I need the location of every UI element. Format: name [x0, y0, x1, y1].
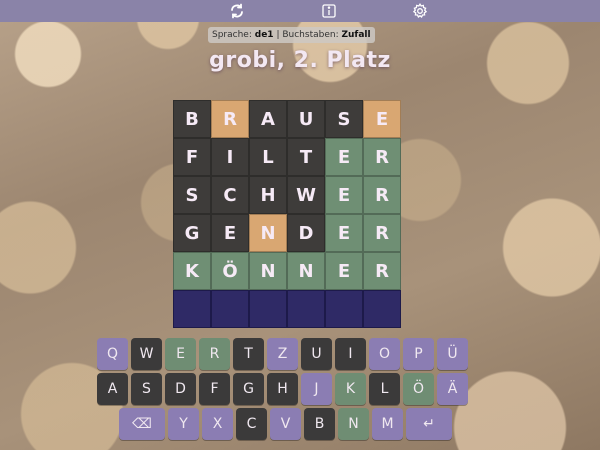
info-icon[interactable] [319, 1, 339, 21]
board-tile [173, 290, 211, 328]
gear-icon[interactable] [410, 1, 430, 21]
key-d[interactable]: D [165, 373, 196, 405]
key-m[interactable]: M [372, 408, 403, 440]
key-k[interactable]: K [335, 373, 366, 405]
board-tile: N [287, 252, 325, 290]
board-tile: I [211, 138, 249, 176]
letters-value: Zufall [341, 30, 371, 40]
game-info: Sprache: de1 | Buchstaben: Zufall [208, 27, 375, 43]
key-ä[interactable]: Ä [437, 373, 468, 405]
board-row: BRAUSE [173, 100, 401, 138]
separator: | [276, 30, 280, 40]
board-tile: G [173, 214, 211, 252]
board-tile [249, 290, 287, 328]
keyboard-row-2: ASDFGHJKLÖÄ [97, 373, 468, 405]
key-x[interactable]: X [202, 408, 233, 440]
board-tile [211, 290, 249, 328]
key-y[interactable]: Y [168, 408, 199, 440]
board-tile: T [287, 138, 325, 176]
board-tile: L [249, 138, 287, 176]
board-tile: R [363, 214, 401, 252]
board-tile: E [325, 138, 363, 176]
board-tile: N [249, 214, 287, 252]
key-l[interactable]: L [369, 373, 400, 405]
board-tile: B [173, 100, 211, 138]
board-tile: D [287, 214, 325, 252]
key-s[interactable]: S [131, 373, 162, 405]
key-a[interactable]: A [97, 373, 128, 405]
top-bar [0, 0, 600, 22]
board-tile: E [363, 100, 401, 138]
board-tile: E [325, 252, 363, 290]
key-i[interactable]: I [335, 338, 366, 370]
board-row: GENDER [173, 214, 401, 252]
board-tile: R [363, 252, 401, 290]
board-tile [287, 290, 325, 328]
board-tile: Ö [211, 252, 249, 290]
key-b[interactable]: B [304, 408, 335, 440]
board-tile: R [363, 176, 401, 214]
language-value: de1 [254, 30, 274, 40]
keyboard-row-3: ⌫ Y X C V B N M ↵ [119, 408, 452, 440]
board-row: SCHWER [173, 176, 401, 214]
key-h[interactable]: H [267, 373, 298, 405]
board-tile [325, 290, 363, 328]
letters-label: Buchstaben: [282, 30, 339, 40]
board-tile: R [211, 100, 249, 138]
refresh-icon[interactable] [227, 1, 247, 21]
board-row: KÖNNER [173, 252, 401, 290]
board-tile: N [249, 252, 287, 290]
board-row [173, 290, 401, 328]
board-tile: S [325, 100, 363, 138]
key-o[interactable]: O [369, 338, 400, 370]
board-tile: C [211, 176, 249, 214]
key-z[interactable]: Z [267, 338, 298, 370]
board-tile: H [249, 176, 287, 214]
board-tile: F [173, 138, 211, 176]
key-w[interactable]: W [131, 338, 162, 370]
game-board: BRAUSEFILTERSCHWERGENDERKÖNNER [173, 100, 401, 328]
result-title: grobi, 2. Platz [209, 48, 391, 73]
board-tile [363, 290, 401, 328]
enter-key[interactable]: ↵ [406, 408, 452, 440]
key-t[interactable]: T [233, 338, 264, 370]
key-g[interactable]: G [233, 373, 264, 405]
key-ö[interactable]: Ö [403, 373, 434, 405]
key-q[interactable]: Q [97, 338, 128, 370]
language-label: Sprache: [212, 30, 252, 40]
board-tile: E [325, 176, 363, 214]
key-r[interactable]: R [199, 338, 230, 370]
key-j[interactable]: J [301, 373, 332, 405]
key-f[interactable]: F [199, 373, 230, 405]
board-tile: K [173, 252, 211, 290]
backspace-key[interactable]: ⌫ [119, 408, 165, 440]
board-tile: S [173, 176, 211, 214]
key-u[interactable]: U [301, 338, 332, 370]
board-row: FILTER [173, 138, 401, 176]
key-v[interactable]: V [270, 408, 301, 440]
board-tile: E [211, 214, 249, 252]
board-tile: W [287, 176, 325, 214]
board-tile: A [249, 100, 287, 138]
board-tile: E [325, 214, 363, 252]
key-ü[interactable]: Ü [437, 338, 468, 370]
keyboard-row-1: QWERTZUIOPÜ [97, 338, 468, 370]
key-p[interactable]: P [403, 338, 434, 370]
board-tile: R [363, 138, 401, 176]
key-c[interactable]: C [236, 408, 267, 440]
key-e[interactable]: E [165, 338, 196, 370]
board-tile: U [287, 100, 325, 138]
key-n[interactable]: N [338, 408, 369, 440]
